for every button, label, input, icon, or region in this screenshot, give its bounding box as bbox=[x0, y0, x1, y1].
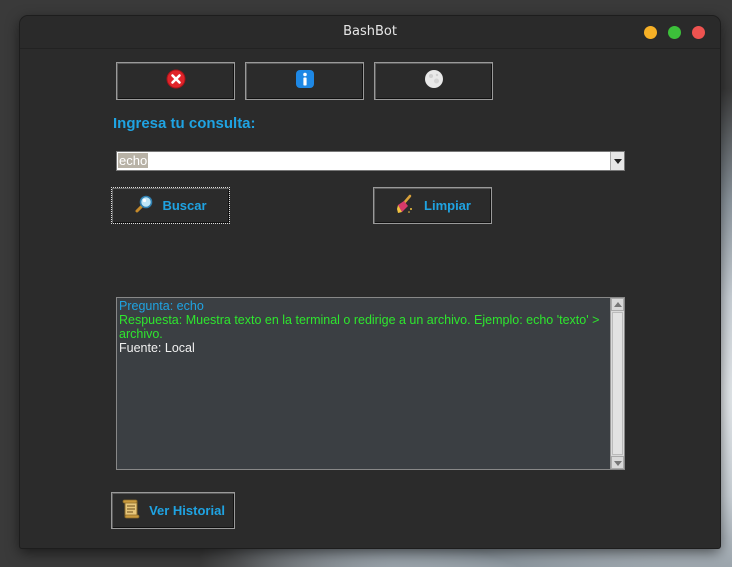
clear-button[interactable]: Limpiar bbox=[373, 187, 492, 224]
app-window: BashBot Ingresa tu consulta: echo Buscar… bbox=[20, 16, 720, 548]
history-button[interactable]: Ver Historial bbox=[111, 492, 235, 529]
response-text: Pregunta: echo Respuesta: Muestra texto … bbox=[119, 299, 608, 355]
info-button[interactable] bbox=[245, 62, 364, 100]
query-combobox[interactable]: echo bbox=[116, 151, 625, 171]
minimize-button[interactable] bbox=[644, 26, 657, 39]
theme-button[interactable] bbox=[374, 62, 493, 100]
vertical-scrollbar[interactable] bbox=[610, 298, 624, 469]
scrollbar-thumb[interactable] bbox=[612, 312, 623, 455]
answer-line: Respuesta: Muestra texto en la terminal … bbox=[119, 313, 600, 341]
scroll-icon bbox=[121, 498, 141, 524]
query-label: Ingresa tu consulta: bbox=[113, 115, 256, 132]
main-content: Ingresa tu consulta: echo Buscar Limpiar… bbox=[20, 49, 720, 548]
source-line: Fuente: Local bbox=[119, 341, 195, 355]
maximize-button[interactable] bbox=[668, 26, 681, 39]
query-input[interactable]: echo bbox=[118, 153, 149, 168]
question-line: Pregunta: echo bbox=[119, 299, 204, 313]
window-title: BashBot bbox=[343, 24, 397, 39]
info-icon bbox=[295, 69, 315, 93]
scroll-down-icon[interactable] bbox=[611, 456, 624, 469]
close-window-button[interactable] bbox=[692, 26, 705, 39]
exit-button[interactable] bbox=[116, 62, 235, 100]
search-button[interactable]: Buscar bbox=[111, 187, 230, 224]
moon-icon bbox=[424, 69, 444, 93]
chevron-down-icon[interactable] bbox=[610, 152, 624, 170]
scroll-up-icon[interactable] bbox=[611, 298, 624, 311]
response-textarea[interactable]: Pregunta: echo Respuesta: Muestra texto … bbox=[116, 297, 625, 470]
history-button-label: Ver Historial bbox=[149, 503, 225, 518]
clear-button-label: Limpiar bbox=[424, 198, 471, 213]
magnifier-icon bbox=[134, 194, 154, 218]
close-circle-icon bbox=[166, 69, 186, 93]
search-button-label: Buscar bbox=[162, 198, 207, 213]
broom-icon bbox=[394, 193, 416, 219]
title-bar[interactable]: BashBot bbox=[20, 16, 720, 49]
